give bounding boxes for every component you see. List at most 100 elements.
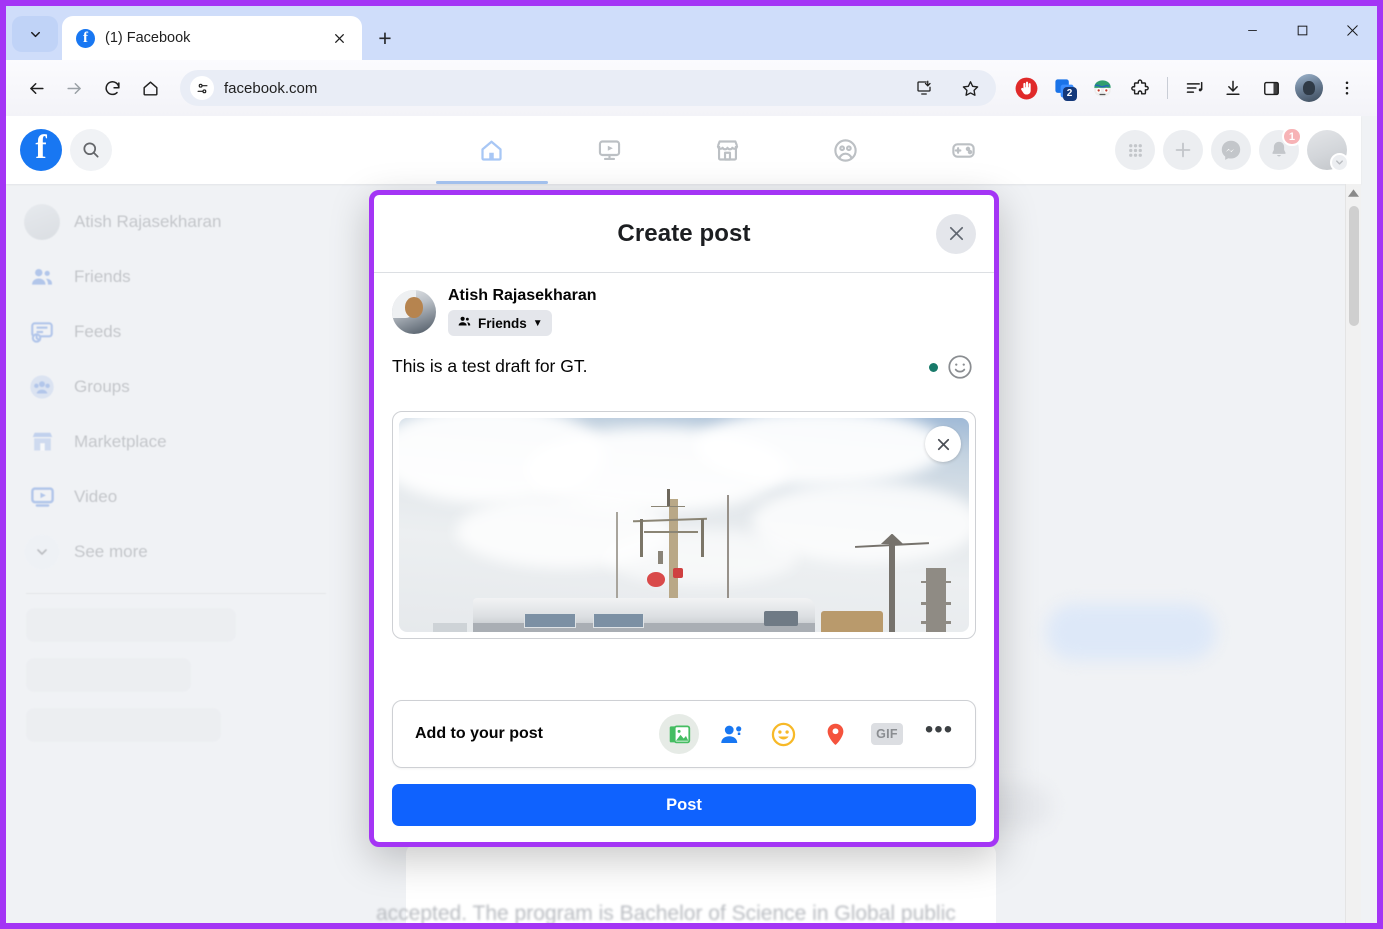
modal-body: Atish Rajasekharan Friends ▼ This is a t… [374,273,994,700]
profile-avatar[interactable] [1291,70,1327,106]
post-author: Atish Rajasekharan Friends ▼ [392,287,976,336]
notifications-bell-icon[interactable]: 1 [1259,127,1302,170]
reload-icon[interactable] [94,70,130,106]
sidebar-placeholder [26,608,236,642]
photo-video-icon[interactable] [659,714,699,754]
facebook-favicon: f [76,28,95,48]
window-minimize-button[interactable] [1227,6,1277,54]
messenger-icon[interactable] [1211,130,1251,170]
downloads-icon[interactable] [1215,70,1251,106]
media-playlist-icon[interactable] [1177,70,1213,106]
groups-icon [24,369,60,405]
privacy-label: Friends [478,315,527,331]
tag-people-icon[interactable] [711,714,751,754]
sidebar-item-label: Friends [74,266,131,286]
facebook-tab-video[interactable] [554,122,666,178]
sidebar-item-label: Atish Rajasekharan [74,211,222,231]
window-maximize-button[interactable] [1277,6,1327,54]
tab-manager-badge: 2 [1062,86,1077,101]
post-button[interactable]: Post [392,784,976,826]
scrollbar-thumb[interactable] [1349,206,1359,326]
friends-icon [457,314,472,332]
forward-arrow-icon[interactable] [56,70,92,106]
sidebar-item-see-more[interactable]: See more [14,524,338,579]
scroll-up-arrow-icon[interactable] [1348,189,1359,200]
facebook-sidebar: Atish Rajasekharan Friends Feeds Groups [6,184,346,923]
sidebar-item-feeds[interactable]: Feeds [14,304,338,359]
adblock-icon[interactable] [1008,70,1044,106]
sidebar-item-label: See more [74,541,148,561]
feeling-activity-icon[interactable] [763,714,803,754]
tab-close-button[interactable] [326,25,352,51]
video-icon [24,479,60,515]
more-dots: ••• [924,716,954,743]
browser-tab-strip: f (1) Facebook + [6,6,1377,60]
new-tab-button[interactable]: + [372,25,398,51]
sidebar-item-video[interactable]: Video [14,469,338,524]
star-icon[interactable] [952,70,988,106]
profile-photo [24,203,60,240]
facebook-tab-gaming[interactable] [908,122,1020,178]
window-close-button[interactable] [1327,6,1377,54]
feed-post-line: accepted. The program is Bachelor of Sci… [376,902,956,923]
facebook-tab-groups[interactable] [790,122,902,178]
three-dot-menu-icon[interactable] [1329,70,1365,106]
search-icon[interactable] [70,129,112,171]
modal-footer: Add to your post GIF ••• Post [374,700,994,842]
emoji-extension-icon[interactable] [1084,70,1120,106]
privacy-selector[interactable]: Friends ▼ [448,310,552,336]
feeds-icon [24,314,60,350]
modal-close-button[interactable] [936,213,976,254]
account-avatar[interactable] [1307,130,1349,172]
install-app-icon[interactable] [906,70,942,106]
facebook-tab-marketplace[interactable] [672,122,784,178]
add-to-your-post-bar: Add to your post GIF ••• [392,700,976,768]
browser-toolbar: facebook.com 2 [6,60,1377,116]
author-name: Atish Rajasekharan [448,287,597,304]
composer-text[interactable]: This is a test draft for GT. [392,353,929,379]
sidebar-placeholder [26,708,221,742]
gif-icon[interactable]: GIF [867,714,907,754]
remove-attachment-button[interactable] [925,426,961,462]
sidebar-divider [26,593,326,594]
window-controls [1227,6,1377,54]
marketplace-icon [24,424,60,460]
sidebar-item-label: Groups [74,376,130,396]
sidebar-placeholder [26,658,191,692]
create-plus-icon[interactable] [1163,130,1203,170]
address-bar[interactable]: facebook.com [180,70,996,106]
toolbar-divider [1167,77,1168,99]
check-in-icon[interactable] [815,714,855,754]
sidebar-item-profile[interactable]: Atish Rajasekharan [14,194,338,249]
sidebar-item-friends[interactable]: Friends [14,249,338,304]
site-settings-icon[interactable] [190,76,214,100]
screenshot-root: f (1) Facebook + facebook.com 2 f 1 Atis… [0,0,1383,929]
sidebar-item-groups[interactable]: Groups [14,359,338,414]
menu-grid-icon[interactable] [1115,130,1155,170]
side-panel-icon[interactable] [1253,70,1289,106]
emoji-smiley-icon[interactable] [946,353,976,383]
composer-status-dot [929,363,938,372]
url-text: facebook.com [224,79,318,97]
post-attachment[interactable] [392,411,976,639]
sidebar-item-label: Feeds [74,321,122,341]
home-icon[interactable] [132,70,168,106]
author-avatar[interactable] [392,289,436,334]
facebook-tab-home[interactable] [435,122,548,184]
tab-search-button[interactable] [12,16,58,52]
gif-label: GIF [871,723,903,745]
extensions-puzzle-icon[interactable] [1122,70,1158,106]
more-options-icon[interactable]: ••• [919,714,959,754]
facebook-logo[interactable]: f [20,129,62,171]
browser-tab[interactable]: f (1) Facebook [62,16,362,60]
back-arrow-icon[interactable] [18,70,54,106]
sidebar-item-label: Video [74,486,118,506]
notification-badge: 1 [1281,127,1302,146]
sidebar-item-label: Marketplace [74,431,167,451]
sidebar-item-marketplace[interactable]: Marketplace [14,414,338,469]
post-composer[interactable]: This is a test draft for GT. [392,353,976,383]
page-scrollbar[interactable] [1345,184,1361,923]
tab-manager-icon[interactable]: 2 [1046,70,1082,106]
facebook-top-nav: f 1 [6,116,1361,184]
add-to-post-icons: GIF ••• [659,714,959,754]
